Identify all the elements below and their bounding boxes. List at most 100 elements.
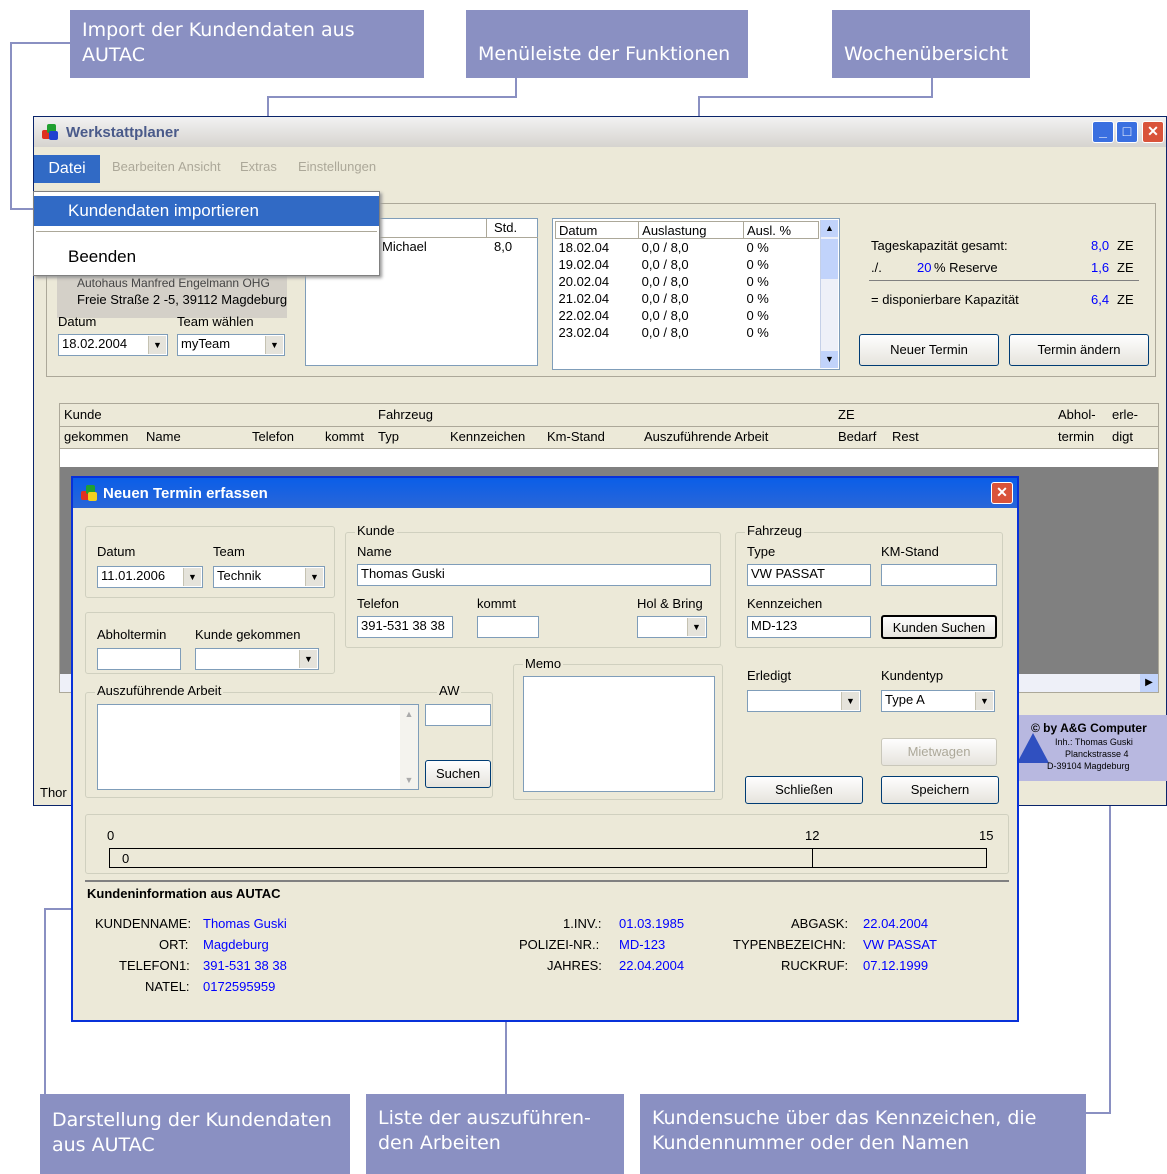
week-cell: 0,0 / 8,0	[641, 273, 689, 289]
col-termin[interactable]: termin	[1058, 429, 1094, 444]
col-bedarf[interactable]: Bedarf	[838, 429, 876, 444]
week-cell: 19.02.04	[558, 256, 610, 272]
name-input[interactable]: Thomas Guski	[357, 564, 711, 586]
kunde-gekommen-combo[interactable]: ▼	[195, 648, 319, 670]
connector-line	[931, 78, 933, 98]
menu-bar: Datei Bearbeiten Ansicht Extras Einstell…	[34, 147, 1166, 183]
scroll-up-icon[interactable]: ▲	[400, 705, 418, 723]
scroll-down-icon[interactable]: ▼	[400, 771, 418, 789]
week-cell: 22.02.04	[558, 307, 610, 323]
chevron-down-icon[interactable]: ▼	[305, 568, 323, 586]
arbeit-scrollbar[interactable]: ▲ ▼	[400, 705, 418, 789]
week-header-ausl[interactable]: Ausl. %	[742, 221, 820, 239]
menu-bearbeiten[interactable]: Bearbeiten	[112, 159, 175, 174]
minimize-button[interactable]: _	[1092, 121, 1114, 143]
callout-menu: Menüleiste der Funktionen	[466, 10, 748, 78]
callout-work-list: Liste der auszuführen-den Arbeiten	[366, 1094, 624, 1174]
aw-input[interactable]	[425, 704, 491, 726]
chevron-down-icon[interactable]: ▼	[265, 336, 283, 354]
week-row[interactable]: 21.02.04 0,0 / 8,0 0 %	[556, 290, 819, 307]
group-abhol: Abhol-	[1058, 407, 1096, 422]
dialog-close-button[interactable]: ✕	[991, 482, 1013, 504]
erledigt-combo[interactable]: ▼	[747, 690, 861, 712]
arbeit-textarea[interactable]: ▲ ▼	[97, 704, 419, 790]
col-kennzeichen[interactable]: Kennzeichen	[450, 429, 525, 444]
week-row[interactable]: 18.02.04 0,0 / 8,0 0 %	[556, 239, 819, 256]
kundentyp-label: Kundentyp	[881, 668, 944, 683]
kunde-gekommen-label: Kunde gekommen	[195, 627, 301, 642]
scroll-down-icon[interactable]: ▼	[821, 351, 838, 368]
col-digt[interactable]: digt	[1112, 429, 1133, 444]
new-appointment-button[interactable]: Neuer Termin	[859, 334, 999, 366]
col-rest[interactable]: Rest	[892, 429, 919, 444]
memo-textarea[interactable]	[523, 676, 715, 792]
close-button[interactable]: ✕	[1142, 121, 1164, 143]
col-kmstand[interactable]: Km-Stand	[547, 429, 605, 444]
menu-extras[interactable]: Extras	[240, 159, 277, 174]
info-key: RUCKRUF:	[781, 958, 849, 973]
scroll-right-icon[interactable]: ▶	[1140, 674, 1158, 692]
dlg-team-combo[interactable]: Technik ▼	[213, 566, 325, 588]
mietwagen-button[interactable]: Mietwagen	[881, 738, 997, 766]
scroll-up-icon[interactable]: ▲	[821, 220, 838, 237]
cap-total-label: Tageskapazität gesamt:	[871, 238, 1008, 253]
menu-datei[interactable]: Datei	[34, 155, 100, 183]
callout-search: Kundensuche über das Kennzeichen, die Ku…	[640, 1094, 1086, 1174]
scroll-thumb[interactable]	[821, 239, 838, 279]
aw-label: AW	[437, 683, 462, 698]
week-header-datum[interactable]: Datum	[554, 221, 640, 239]
cap-reserve-prefix: ./.	[871, 260, 882, 275]
datum-value: 18.02.2004	[62, 336, 128, 351]
capacity-bar-value: 0	[122, 851, 130, 866]
kennzeichen-input[interactable]: MD-123	[747, 616, 871, 638]
chevron-down-icon[interactable]: ▼	[183, 568, 201, 586]
type-input[interactable]: VW PASSAT	[747, 564, 871, 586]
kommt-input[interactable]	[477, 616, 539, 638]
team-combo[interactable]: myTeam ▼	[177, 334, 285, 356]
kmstand-input[interactable]	[881, 564, 997, 586]
suchen-button[interactable]: Suchen	[425, 760, 491, 788]
type-value: VW PASSAT	[751, 566, 825, 581]
schliessen-button[interactable]: Schließen	[745, 776, 863, 804]
col-name[interactable]: Name	[146, 429, 181, 444]
chevron-down-icon[interactable]: ▼	[975, 692, 993, 710]
menu-separator	[36, 231, 377, 232]
week-row[interactable]: 23.02.04 0,0 / 8,0 0 %	[556, 324, 819, 341]
col-arbeit[interactable]: Auszuführende Arbeit	[644, 429, 768, 444]
menu-item-import[interactable]: Kundendaten importieren	[34, 196, 379, 226]
kennzeichen-value: MD-123	[751, 618, 798, 633]
menu-item-beenden[interactable]: Beenden	[34, 242, 379, 272]
holbring-combo[interactable]: ▼	[637, 616, 707, 638]
col-typ[interactable]: Typ	[378, 429, 399, 444]
week-scrollbar[interactable]: ▲ ▼	[820, 220, 838, 368]
telefon-input[interactable]: 391-531 38 38	[357, 616, 453, 638]
menu-einstellungen[interactable]: Einstellungen	[298, 159, 376, 174]
maximize-button[interactable]: □	[1116, 121, 1138, 143]
dlg-datum-combo[interactable]: 11.01.2006 ▼	[97, 566, 203, 588]
week-header-auslastung[interactable]: Auslastung	[638, 221, 744, 239]
abhol-input[interactable]	[97, 648, 181, 670]
week-row[interactable]: 22.02.04 0,0 / 8,0 0 %	[556, 307, 819, 324]
chevron-down-icon[interactable]: ▼	[841, 692, 859, 710]
abhol-label: Abholtermin	[97, 627, 167, 642]
change-appointment-button[interactable]: Termin ändern	[1009, 334, 1149, 366]
week-row[interactable]: 20.02.04 0,0 / 8,0 0 %	[556, 273, 819, 290]
chevron-down-icon[interactable]: ▼	[687, 618, 705, 636]
info-value: 01.03.1985	[619, 916, 685, 931]
kunden-suchen-button[interactable]: Kunden Suchen	[881, 615, 997, 639]
col-kommt[interactable]: kommt	[325, 429, 364, 444]
week-row[interactable]: 19.02.04 0,0 / 8,0 0 %	[556, 256, 819, 273]
menu-ansicht[interactable]: Ansicht	[178, 159, 221, 174]
week-overview[interactable]: Datum Auslastung Ausl. % 18.02.04 0,0 / 8…	[552, 218, 840, 370]
app-logo-icon	[42, 124, 58, 140]
kundentyp-combo[interactable]: Type A ▼	[881, 690, 995, 712]
chevron-down-icon[interactable]: ▼	[148, 336, 166, 354]
cap-avail-unit: ZE	[1117, 292, 1134, 307]
group-ze: ZE	[838, 407, 855, 422]
chevron-down-icon[interactable]: ▼	[299, 650, 317, 668]
speichern-button[interactable]: Speichern	[881, 776, 999, 804]
col-gekommen[interactable]: gekommen	[64, 429, 128, 444]
callout-customer-display: Darstellung der Kundendaten aus AUTAC	[40, 1094, 350, 1174]
col-telefon[interactable]: Telefon	[252, 429, 294, 444]
datum-combo[interactable]: 18.02.2004 ▼	[58, 334, 168, 356]
